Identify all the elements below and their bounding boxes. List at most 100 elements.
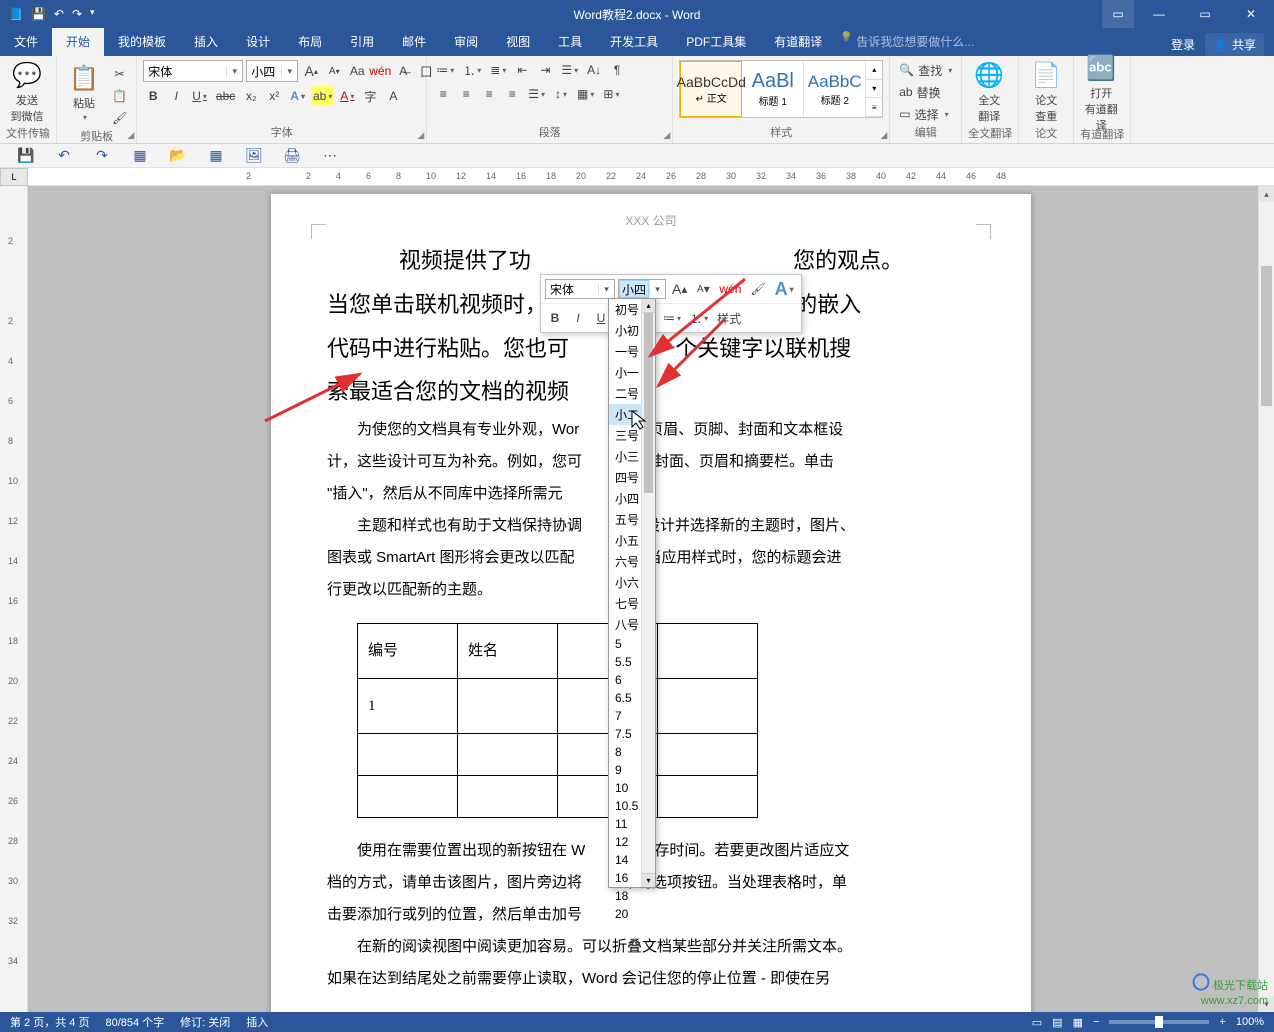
tab-references[interactable]: 引用 <box>336 27 388 56</box>
chevron-down-icon[interactable]: ▾ <box>598 284 614 295</box>
dropdown-scrollbar[interactable]: ▴ ▾ <box>641 299 655 887</box>
font-launcher-icon[interactable]: ◢ <box>417 130 424 141</box>
line-spacing-button[interactable]: ↕▾ <box>551 84 571 104</box>
vertical-ruler[interactable]: 2246810121416182022242628303234 <box>0 186 28 1012</box>
qat-more-button[interactable]: ⋯ <box>320 146 340 166</box>
login-link[interactable]: 登录 <box>1171 36 1195 53</box>
shading-button[interactable]: ▦▾ <box>574 84 597 104</box>
paragraph-launcher-icon[interactable]: ◢ <box>663 130 670 141</box>
styles-launcher-icon[interactable]: ◢ <box>880 130 887 141</box>
view-print-button[interactable]: ▤ <box>1052 1016 1062 1029</box>
style-normal[interactable]: AaBbCcDd ↵ 正文 <box>680 61 742 117</box>
font-size-dropdown[interactable]: ▴ ▾ 初号小初一号小一二号小二三号小三四号小四五号小五六号小六七号八号55.5… <box>608 298 656 888</box>
bold-button[interactable]: B <box>143 86 163 106</box>
mini-styles-button[interactable]: A▾ <box>772 278 797 300</box>
zoom-in-button[interactable]: + <box>1219 1016 1225 1028</box>
qat-print-button[interactable]: 🖨 <box>282 146 302 166</box>
status-track-changes[interactable]: 修订: 关闭 <box>180 1014 230 1030</box>
phonetic-guide-button[interactable]: wén <box>370 61 390 81</box>
status-insert-mode[interactable]: 插入 <box>246 1014 268 1030</box>
chevron-down-icon[interactable]: ▾ <box>281 66 297 77</box>
multilevel-list-button[interactable]: ≣▾ <box>487 60 509 80</box>
tab-view[interactable]: 视图 <box>492 27 544 56</box>
qat-redo-icon[interactable]: ↷ <box>72 7 82 21</box>
strikethrough-button[interactable]: abc <box>213 86 238 106</box>
highlight-button[interactable]: ab▾ <box>311 86 334 106</box>
ribbon-display-options-icon[interactable]: ▭ <box>1102 0 1134 28</box>
tell-me-input[interactable]: 告诉我您想要做什么... <box>836 27 988 56</box>
superscript-button[interactable]: x² <box>264 86 284 106</box>
styles-up-icon[interactable]: ▴ <box>866 61 882 80</box>
tab-design[interactable]: 设计 <box>232 27 284 56</box>
qat-undo-button[interactable]: ↶ <box>54 146 74 166</box>
paper-check-button[interactable]: 📄 论文 查重 <box>1025 60 1067 125</box>
status-page[interactable]: 第 2 页，共 4 页 <box>10 1014 89 1030</box>
shrink-font-button[interactable]: A▾ <box>324 61 344 81</box>
qat-undo-icon[interactable]: ↶ <box>54 7 64 21</box>
minimize-button[interactable]: — <box>1136 0 1182 28</box>
zoom-percentage[interactable]: 100% <box>1236 1016 1264 1028</box>
show-marks-button[interactable]: ¶ <box>607 60 627 80</box>
sort-button[interactable]: A↓ <box>584 60 604 80</box>
tab-youdao-translate[interactable]: 有道翻译 <box>760 27 836 56</box>
subscript-button[interactable]: x₂ <box>241 86 261 106</box>
asian-layout-button[interactable]: ☰▾ <box>558 60 581 80</box>
zoom-out-button[interactable]: − <box>1093 1016 1099 1028</box>
enclose-char-button[interactable]: 字 <box>360 86 380 106</box>
document-table[interactable]: 编号 姓名 1 <box>357 623 758 818</box>
status-word-count[interactable]: 80/854 个字 <box>105 1014 164 1030</box>
change-case-button[interactable]: Aa <box>347 61 367 81</box>
bullets-button[interactable]: ≔▾ <box>433 60 457 80</box>
align-right-button[interactable]: ≡ <box>479 84 499 104</box>
view-read-button[interactable]: ▭ <box>1032 1016 1042 1029</box>
clear-formatting-button[interactable]: A̶ <box>393 61 413 81</box>
mini-styles-label[interactable]: 样式 <box>714 307 744 329</box>
scroll-thumb[interactable] <box>644 313 653 493</box>
chevron-down-icon[interactable]: ▾ <box>226 66 242 77</box>
ruler-tab-selector[interactable]: L <box>0 168 28 186</box>
tab-home[interactable]: 开始 <box>52 27 104 56</box>
tab-review[interactable]: 审阅 <box>440 27 492 56</box>
styles-more-icon[interactable]: ≡ <box>866 98 882 117</box>
tab-tools[interactable]: 工具 <box>544 27 596 56</box>
tab-insert[interactable]: 插入 <box>180 27 232 56</box>
qat-save-icon[interactable]: 💾 <box>31 7 46 21</box>
italic-button[interactable]: I <box>166 86 186 106</box>
send-to-wechat-button[interactable]: 💬 发送 到微信 <box>6 60 48 125</box>
paste-button[interactable]: 📋 粘贴▾ <box>63 60 105 126</box>
style-heading2[interactable]: AaBbC 标题 2 <box>804 61 866 117</box>
grow-font-button[interactable]: A▴ <box>301 61 321 81</box>
zoom-slider[interactable] <box>1109 1020 1209 1024</box>
close-button[interactable]: ✕ <box>1228 0 1274 28</box>
qat-picture-button[interactable]: 🖼 <box>244 146 264 166</box>
font-name-combo[interactable]: ▾ <box>143 60 243 82</box>
replace-button[interactable]: ab替换 <box>896 82 955 102</box>
qat-new-button[interactable]: ▦ <box>130 146 150 166</box>
underline-button[interactable]: U▾ <box>189 86 210 106</box>
mini-shrink-font-button[interactable]: A▾ <box>693 278 713 300</box>
select-button[interactable]: ▭选择▾ <box>896 104 955 124</box>
style-heading1[interactable]: AaBl 标题 1 <box>742 61 804 117</box>
font-size-option[interactable]: 18 <box>609 887 655 905</box>
align-center-button[interactable]: ≡ <box>456 84 476 104</box>
clipboard-launcher-icon[interactable]: ◢ <box>127 130 134 141</box>
styles-down-icon[interactable]: ▾ <box>866 80 882 99</box>
view-web-button[interactable]: ▦ <box>1073 1016 1083 1029</box>
qat-open-button[interactable]: 📂 <box>168 146 188 166</box>
tab-my-templates[interactable]: 我的模板 <box>104 27 180 56</box>
numbering-button[interactable]: ⒈▾ <box>460 60 484 80</box>
mini-grow-font-button[interactable]: A▴ <box>669 278 690 300</box>
cut-button[interactable]: ✂ <box>109 64 130 84</box>
copy-button[interactable]: 📋 <box>109 86 130 106</box>
mini-format-painter-button[interactable]: 🖌 <box>747 278 768 300</box>
scroll-up-icon[interactable]: ▴ <box>1259 186 1274 202</box>
tab-mailings[interactable]: 邮件 <box>388 27 440 56</box>
mini-italic-button[interactable]: I <box>568 307 588 329</box>
format-painter-button[interactable]: 🖌 <box>109 108 130 128</box>
share-button[interactable]: 👤共享 <box>1205 33 1264 56</box>
increase-indent-button[interactable]: ⇥ <box>535 60 555 80</box>
align-left-button[interactable]: ≡ <box>433 84 453 104</box>
text-effects-button[interactable]: A▾ <box>287 86 308 106</box>
mini-font-name-combo[interactable]: ▾ <box>545 279 615 299</box>
maximize-button[interactable]: ▭ <box>1182 0 1228 28</box>
